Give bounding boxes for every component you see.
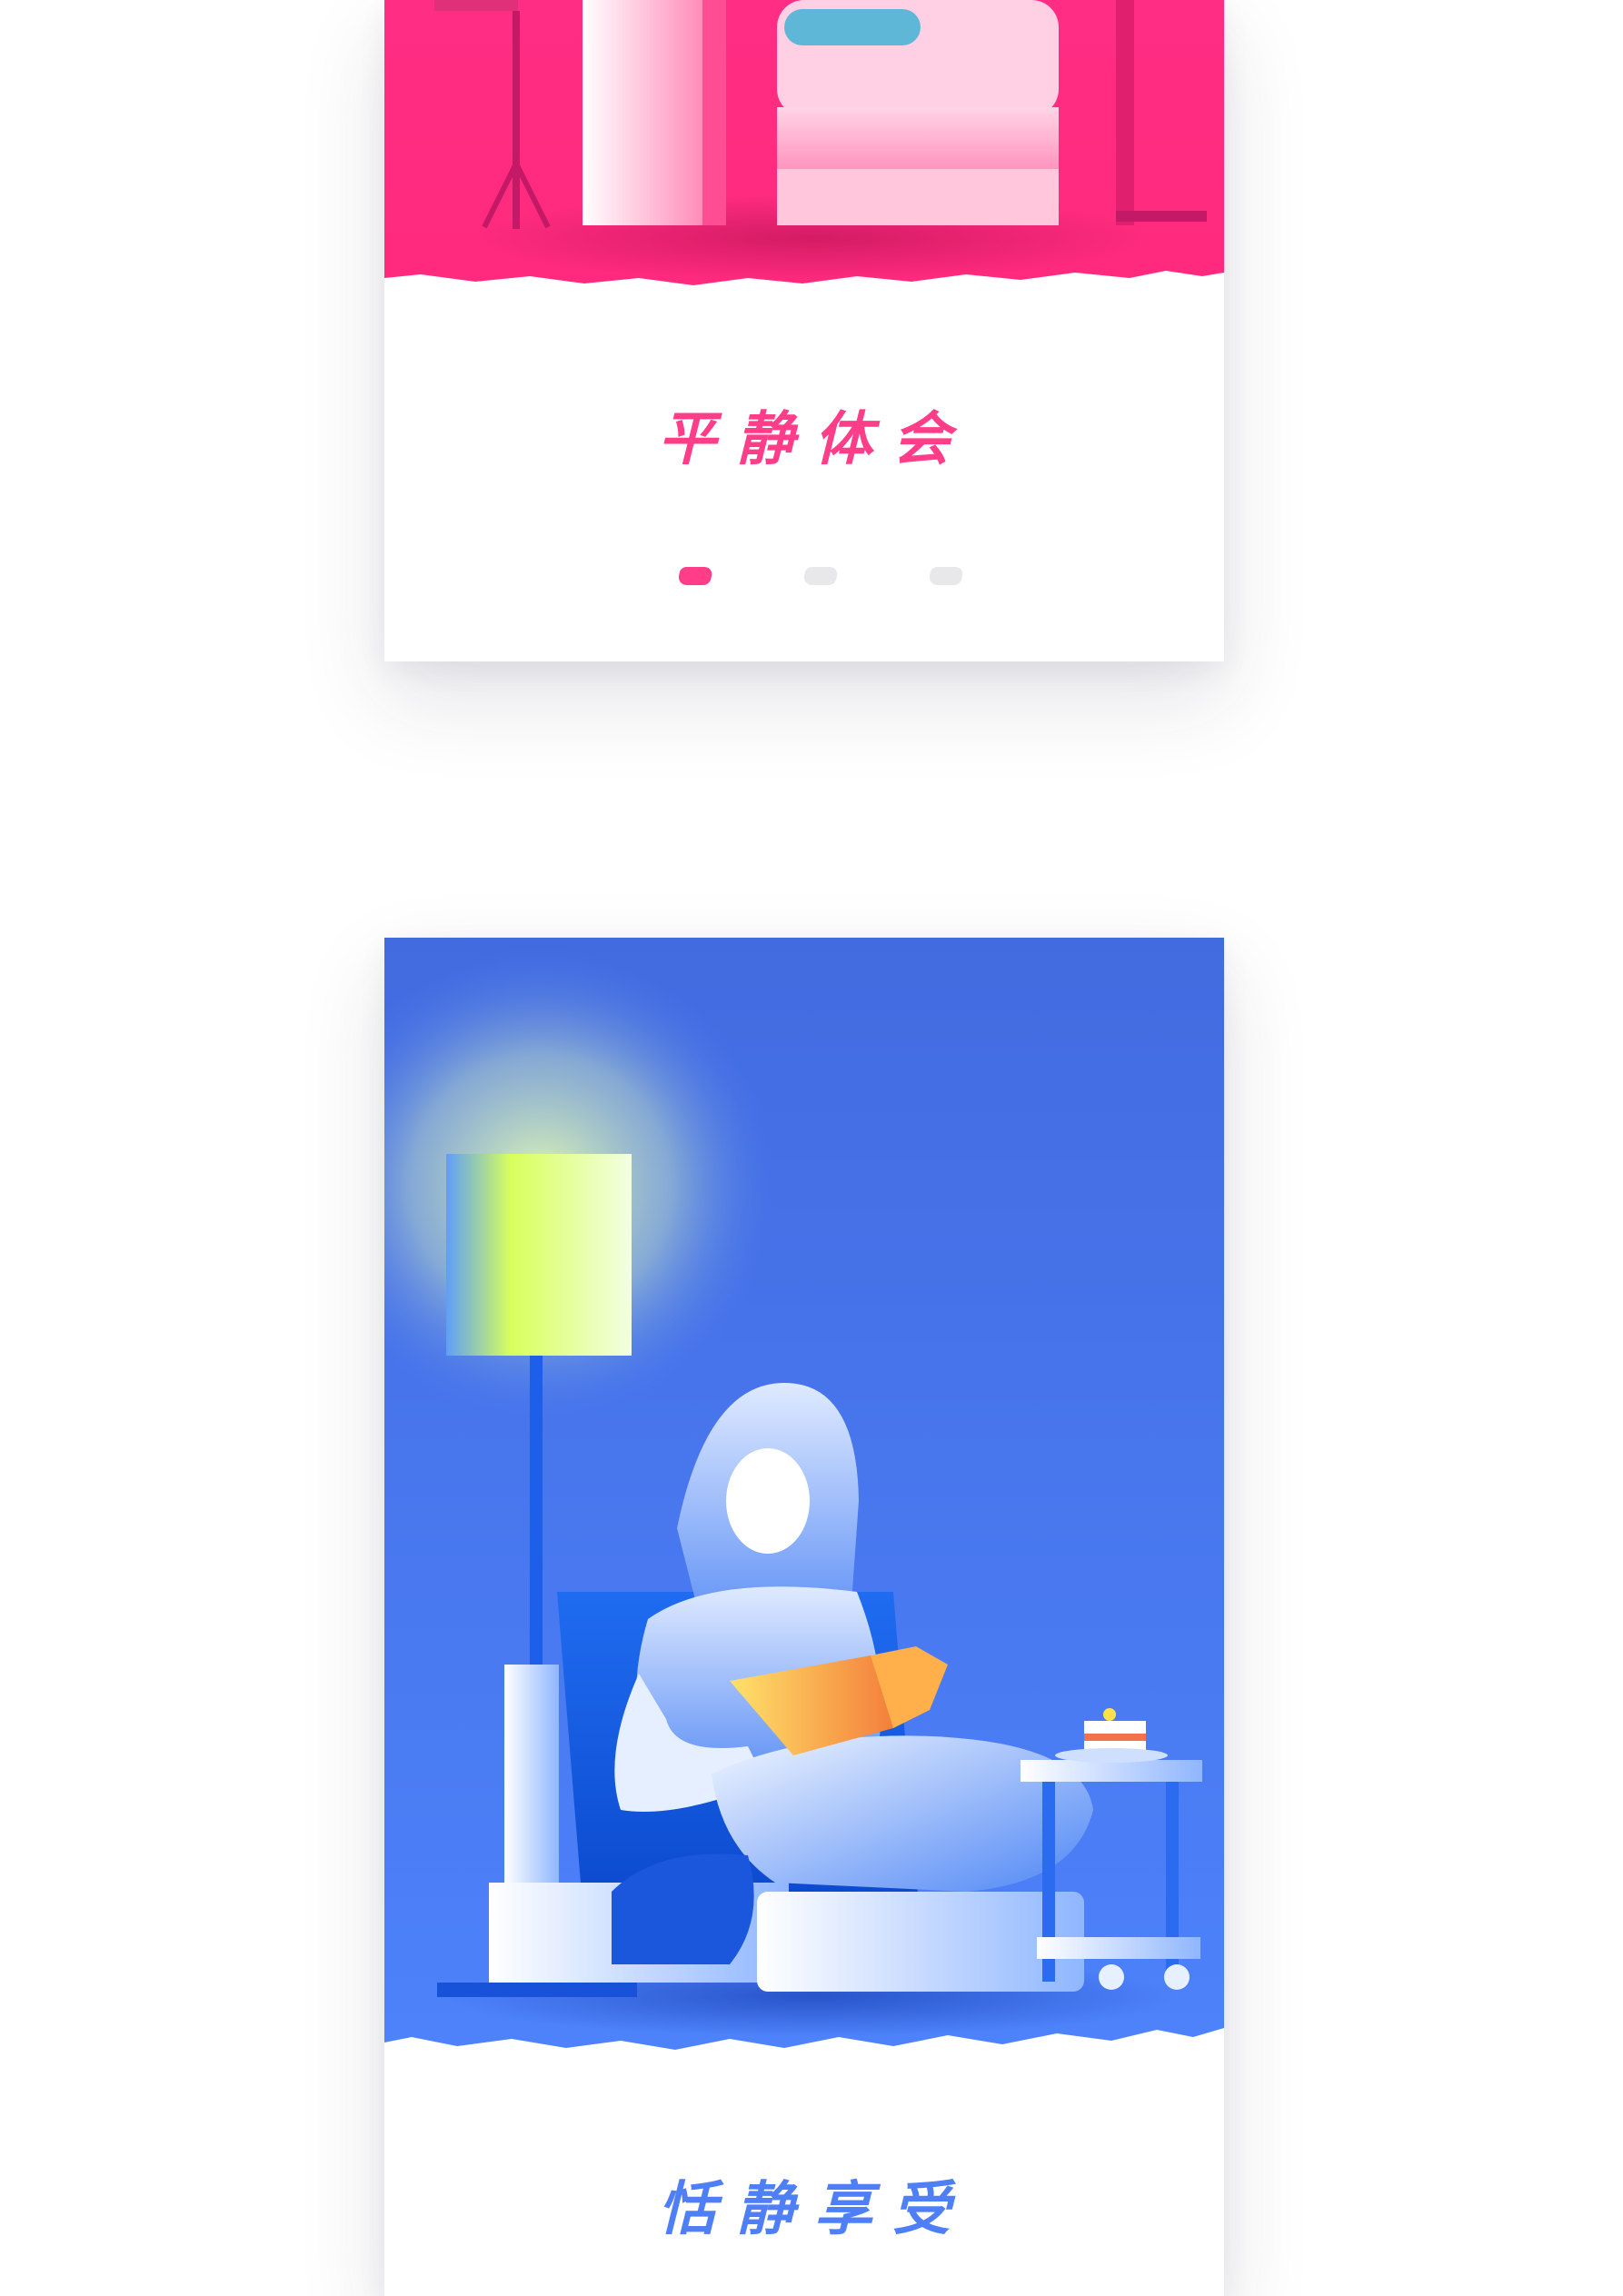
onboarding-screen-serene: 恬静享受 (384, 938, 1224, 2296)
pagination-dot[interactable] (802, 567, 840, 585)
pagination-dots[interactable] (384, 567, 1224, 587)
screen-title: 平静体会 (658, 405, 971, 473)
woman-reading-armchair-icon (384, 938, 1224, 2092)
pagination-dot-active[interactable] (676, 567, 714, 585)
floor-lamp-sofa-icon (384, 0, 1224, 309)
onboarding-screen-calm: 平静体会 (384, 0, 1224, 661)
screen-title: 恬静享受 (658, 2175, 971, 2243)
pagination-dot[interactable] (927, 567, 965, 585)
